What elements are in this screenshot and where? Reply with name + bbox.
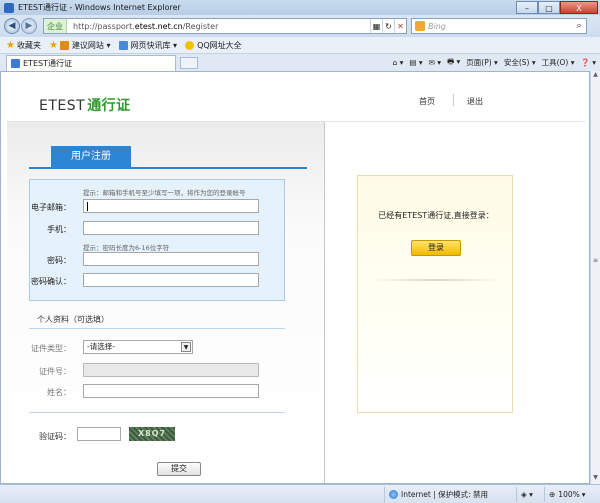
- stop-icon[interactable]: ✕: [394, 19, 406, 33]
- forward-button[interactable]: ▶: [21, 18, 37, 34]
- mail-icon[interactable]: ✉ ▾: [429, 58, 441, 67]
- search-input[interactable]: Bing: [428, 22, 446, 31]
- email-field[interactable]: [83, 199, 259, 213]
- contact-hint: 提示：邮箱和手机号至少填写一项，将作为您的登录帐号: [83, 189, 246, 197]
- security-zone[interactable]: Internet | 保护模式: 禁用: [384, 486, 516, 502]
- register-tab[interactable]: 用户注册: [51, 146, 131, 168]
- captcha-image[interactable]: X8Q7: [129, 427, 175, 441]
- profile-section-title: 个人资料（可选填）: [37, 315, 109, 324]
- add-favorite-icon: ★: [48, 39, 58, 51]
- fav-item-qq[interactable]: QQ网址大全: [185, 40, 242, 51]
- id-type-select[interactable]: -请选择- ▼: [83, 340, 193, 354]
- maximize-button[interactable]: □: [538, 1, 560, 14]
- captcha-label: 验证码：: [39, 432, 71, 441]
- qq-icon: [185, 40, 195, 50]
- window-controls: – □ X: [516, 1, 598, 14]
- id-number-field[interactable]: [83, 363, 259, 377]
- status-bar: Internet | 保护模式: 禁用 ◈ ▾ ⊕ 100% ▾: [0, 484, 600, 503]
- login-panel: 已经有ETEST通行证,直接登录： 登录: [357, 175, 513, 413]
- favorites-button[interactable]: ★ 收藏夹: [6, 40, 41, 51]
- name-field[interactable]: [83, 384, 259, 398]
- star-icon: ★: [6, 39, 15, 51]
- scroll-up-icon[interactable]: ▲: [591, 71, 600, 81]
- safety-menu[interactable]: 安全(S) ▾: [504, 57, 536, 68]
- command-bar: ⌂ ▾ ▤ ▾ ✉ ▾ 🖶 ▾ 页面(P) ▾ 安全(S) ▾ 工具(O) ▾ …: [386, 56, 600, 69]
- help-icon[interactable]: ❓ ▾: [581, 58, 597, 67]
- panel-shadow: [368, 279, 504, 281]
- window-title: ETEST通行证 - Windows Internet Explorer: [18, 3, 181, 12]
- zoom-control[interactable]: ⊕ 100% ▾: [544, 486, 600, 502]
- scroll-grip-icon[interactable]: ≡: [592, 257, 599, 264]
- suggested-sites-icon: [59, 40, 69, 50]
- page-content: ETEST 通行证 首页 退出 用户注册 提示：邮箱和手机号至少填写一项，将作为您…: [0, 71, 590, 484]
- scroll-down-icon[interactable]: ▼: [591, 474, 600, 484]
- captcha-field[interactable]: [77, 427, 121, 441]
- back-button[interactable]: ◀: [4, 18, 20, 34]
- shield-icon: ◈ ▾: [521, 489, 533, 499]
- profile-divider: [29, 328, 285, 329]
- page-icon: [11, 58, 20, 68]
- nav-divider: [453, 94, 454, 106]
- nav-logout-link[interactable]: 退出: [467, 96, 483, 107]
- address-row: ◀ ▶ 企业 http://passport.etest.net.cn/Regi…: [0, 15, 600, 37]
- home-icon[interactable]: ⌂ ▾: [392, 58, 403, 67]
- webslice-icon: [118, 40, 128, 50]
- text-caret: [87, 202, 88, 211]
- phone-field[interactable]: [83, 221, 259, 235]
- minimize-button[interactable]: –: [516, 1, 538, 14]
- bing-icon: [415, 21, 425, 31]
- vertical-scrollbar[interactable]: ▲ ≡ ▼: [590, 71, 600, 484]
- print-icon[interactable]: 🖶 ▾: [447, 56, 460, 69]
- compat-view-icon[interactable]: ▦: [370, 19, 382, 33]
- password-confirm-label: 密码确认：: [31, 277, 71, 286]
- chevron-down-icon: ▾: [581, 489, 586, 499]
- tab-row: ETEST通行证 ⌂ ▾ ▤ ▾ ✉ ▾ 🖶 ▾ 页面(P) ▾ 安全(S) ▾…: [0, 54, 600, 71]
- address-buttons: ▦ ↻ ✕: [370, 19, 406, 33]
- address-bar[interactable]: 企业 http://passport.etest.net.cn/Register…: [43, 18, 407, 34]
- password-hint: 提示：密码长度为6-16位字符: [83, 244, 170, 252]
- refresh-icon[interactable]: ↻: [382, 19, 394, 33]
- register-tab-underline: [29, 167, 307, 169]
- fav-item-webslice[interactable]: 网页快讯库 ▾: [118, 40, 177, 51]
- tab-etest[interactable]: ETEST通行证: [6, 54, 176, 71]
- login-message: 已经有ETEST通行证,直接登录：: [378, 211, 494, 220]
- register-pane: 用户注册 提示：邮箱和手机号至少填写一项，将作为您的登录帐号 电子邮箱： 手机：…: [7, 122, 325, 483]
- tools-menu[interactable]: 工具(O) ▾: [542, 57, 575, 68]
- browser-window: ETEST通行证 - Windows Internet Explorer – □…: [0, 0, 600, 503]
- id-type-label: 证件类型：: [31, 344, 71, 353]
- phone-label: 手机：: [47, 225, 71, 234]
- nav-home-link[interactable]: 首页: [419, 96, 435, 107]
- main-area: 用户注册 提示：邮箱和手机号至少填写一项，将作为您的登录帐号 电子邮箱： 手机：…: [7, 122, 585, 483]
- globe-icon: [389, 489, 398, 499]
- feeds-icon[interactable]: ▤ ▾: [409, 58, 422, 67]
- site-header: ETEST 通行证 首页 退出: [7, 72, 585, 122]
- name-label: 姓名：: [47, 388, 71, 397]
- close-button[interactable]: X: [560, 1, 598, 14]
- favorites-bar: ★ 收藏夹 ★ 建议网站 ▾ 网页快讯库 ▾ QQ网址大全: [0, 37, 600, 54]
- new-tab-button[interactable]: [180, 56, 198, 69]
- search-box[interactable]: Bing ⌕: [411, 18, 587, 34]
- email-label: 电子邮箱：: [31, 203, 71, 212]
- site-logo[interactable]: ETEST 通行证: [39, 95, 131, 115]
- page-menu[interactable]: 页面(P) ▾: [466, 57, 498, 68]
- password-field[interactable]: [83, 252, 259, 266]
- id-number-label: 证件号：: [39, 367, 71, 376]
- ie-icon: [4, 2, 14, 13]
- zoom-icon: ⊕: [549, 489, 556, 499]
- search-icon[interactable]: ⌕: [572, 21, 586, 31]
- password-confirm-field[interactable]: [83, 273, 259, 287]
- login-button[interactable]: 登录: [411, 240, 461, 256]
- fav-item-suggested[interactable]: ★ 建议网站 ▾: [49, 40, 111, 51]
- title-bar: ETEST通行证 - Windows Internet Explorer – □…: [0, 0, 600, 15]
- captcha-divider: [29, 412, 285, 413]
- security-badge[interactable]: 企业: [44, 19, 67, 33]
- password-label: 密码：: [47, 256, 71, 265]
- protected-mode[interactable]: ◈ ▾: [516, 486, 544, 502]
- url-text[interactable]: http://passport.etest.net.cn/Register: [73, 22, 218, 31]
- submit-button[interactable]: 提交: [157, 462, 201, 476]
- chevron-down-icon[interactable]: ▼: [181, 342, 191, 352]
